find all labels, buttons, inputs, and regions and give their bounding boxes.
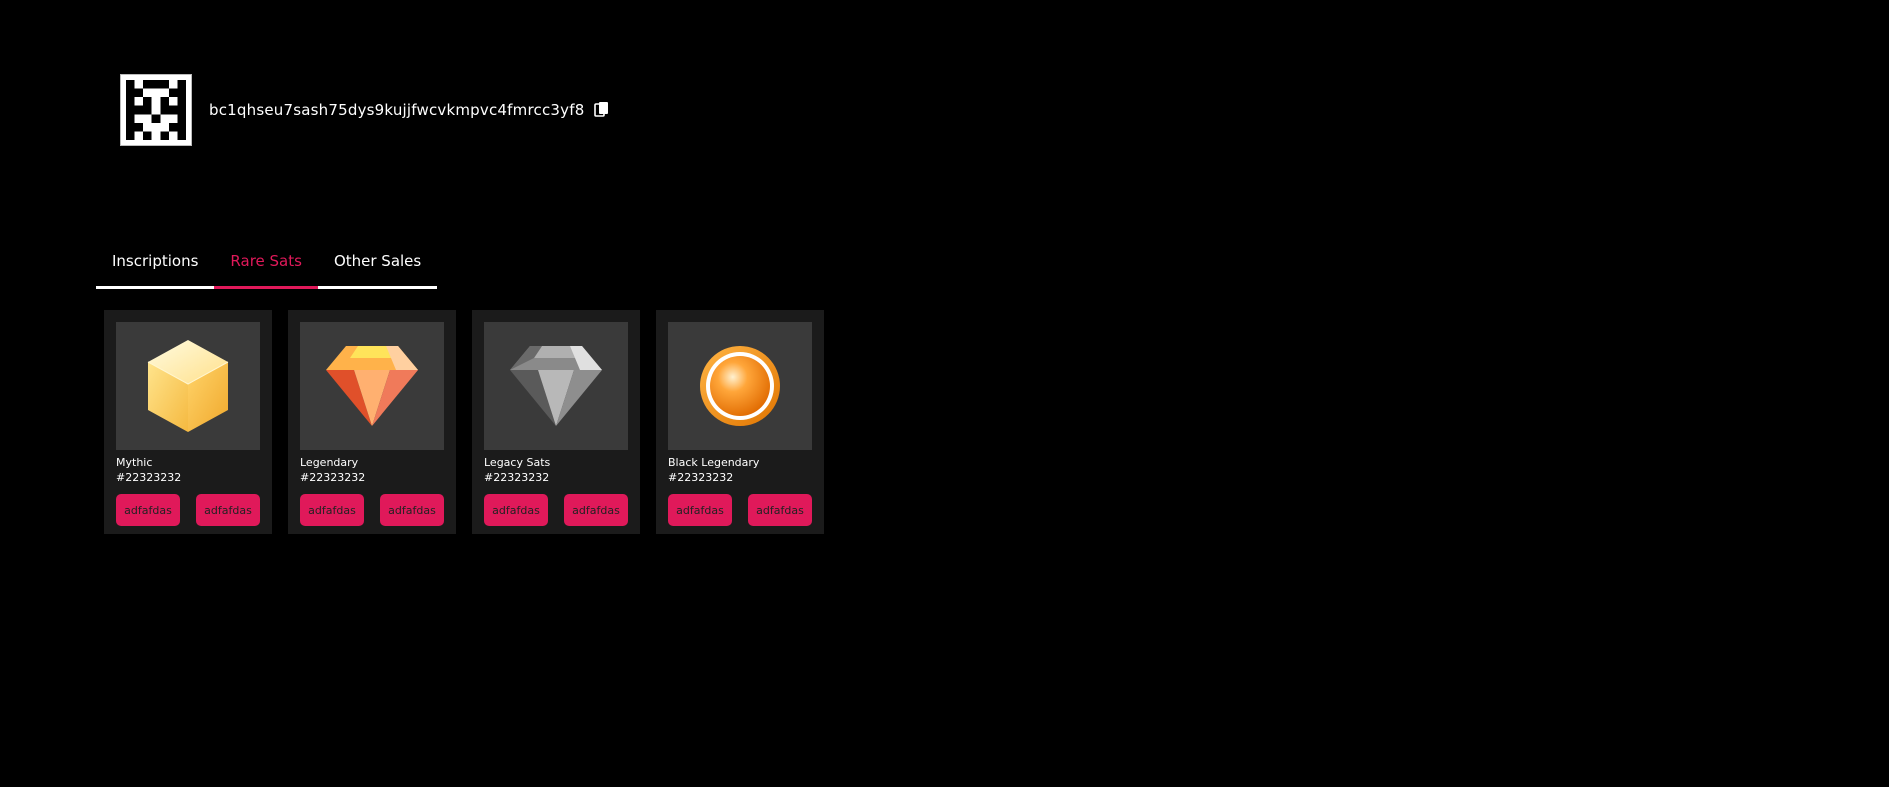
tab-inscriptions[interactable]: Inscriptions: [96, 240, 215, 289]
card-action-button[interactable]: adfafdas: [116, 494, 180, 526]
card-number: #22323232: [668, 471, 734, 484]
card-number: #22323232: [116, 471, 182, 484]
card-image: [668, 322, 812, 450]
card-action-button[interactable]: adfafdas: [380, 494, 444, 526]
card-action-button[interactable]: adfafdas: [300, 494, 364, 526]
card-name: Legendary: [300, 456, 359, 469]
card-number: #22323232: [300, 471, 366, 484]
tab-bar: Inscriptions Rare Sats Other Sales: [96, 240, 438, 289]
card-action-button[interactable]: adfafdas: [564, 494, 628, 526]
tab-rare-sats[interactable]: Rare Sats: [214, 240, 318, 289]
gray-gem-icon: [510, 346, 602, 426]
sat-card[interactable]: Legendary #22323232 adfafdas adfafdas: [288, 310, 456, 534]
yellow-cube-icon: [147, 340, 229, 432]
card-action-button[interactable]: adfafdas: [748, 494, 812, 526]
card-image: [116, 322, 260, 450]
card-grid: Mythic #22323232 adfafdas adfafdas Legen…: [104, 310, 824, 534]
sat-card[interactable]: Mythic #22323232 adfafdas adfafdas: [104, 310, 272, 534]
card-action-button[interactable]: adfafdas: [196, 494, 260, 526]
orange-coin-icon: [700, 346, 780, 426]
sat-card[interactable]: Legacy Sats #22323232 adfafdas adfafdas: [472, 310, 640, 534]
card-number: #22323232: [484, 471, 550, 484]
card-action-button[interactable]: adfafdas: [668, 494, 732, 526]
card-actions: adfafdas adfafdas: [668, 494, 812, 526]
card-name: Legacy Sats: [484, 456, 551, 469]
avatar: [120, 74, 192, 146]
card-image: [484, 322, 628, 450]
tab-other-sales[interactable]: Other Sales: [317, 240, 438, 289]
card-action-button[interactable]: adfafdas: [484, 494, 548, 526]
copy-icon[interactable]: [594, 101, 610, 119]
card-actions: adfafdas adfafdas: [484, 494, 628, 526]
wallet-address: bc1qhseu7sash75dys9kujjfwcvkmpvc4fmrcc3y…: [209, 101, 585, 119]
card-actions: adfafdas adfafdas: [116, 494, 260, 526]
card-name: Mythic: [116, 456, 153, 469]
profile-header: bc1qhseu7sash75dys9kujjfwcvkmpvc4fmrcc3y…: [120, 74, 610, 146]
pixel-identicon: [126, 80, 186, 140]
card-image: [300, 322, 444, 450]
sat-card[interactable]: Black Legendary #22323232 adfafdas adfaf…: [656, 310, 824, 534]
card-actions: adfafdas adfafdas: [300, 494, 444, 526]
card-name: Black Legendary: [668, 456, 760, 469]
orange-gem-icon: [326, 346, 418, 426]
